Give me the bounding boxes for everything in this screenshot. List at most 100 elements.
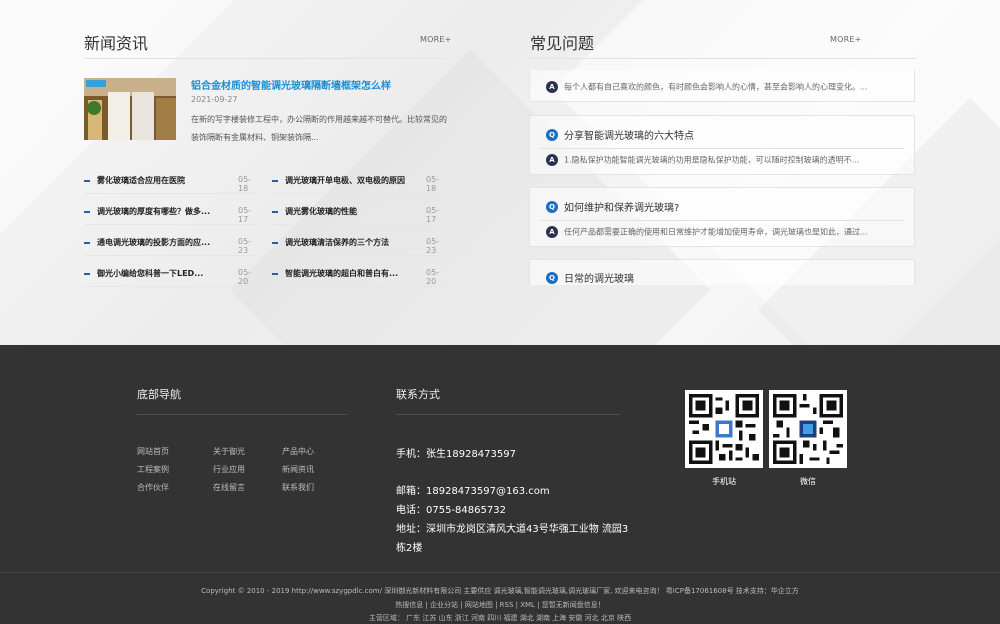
faq-item[interactable]: Q 日常的调光玻璃 <box>529 259 915 285</box>
dash-icon <box>84 211 90 213</box>
news-list-item[interactable]: 调光雾化玻璃的性能 05-17 <box>272 202 446 225</box>
faq-question-row[interactable]: Q 日常的调光玻璃 <box>546 270 634 285</box>
divider <box>272 193 446 194</box>
news-list-date: 05-17 <box>238 206 252 224</box>
faq-answer-row: A 每个人都有自己喜欢的颜色，有时颜色会影响人的心情，甚至会影响人的心理变化。..… <box>546 81 868 93</box>
wechat-qr-code <box>769 390 847 468</box>
dash-icon <box>84 180 90 182</box>
footer: 底部导航 网站首页 关于御光 产品中心 工程案例 行业应用 新闻资讯 合作伙伴 … <box>0 345 1000 624</box>
faq-question-row[interactable]: Q 如何维护和保养调光玻璃? <box>546 199 679 214</box>
news-list-date: 05-18 <box>426 175 440 193</box>
divider <box>272 224 446 225</box>
divider <box>540 220 904 221</box>
news-list-item[interactable]: 调光玻璃开单电极、双电极的原因 05-18 <box>272 171 446 194</box>
news-more-link[interactable]: MORE+ <box>420 35 452 44</box>
footer-nav-title: 底部导航 <box>137 388 181 401</box>
faq-question-row[interactable]: Q 分享智能调光玻璃的六大特点 <box>546 127 694 142</box>
divider <box>84 58 446 59</box>
news-list-title[interactable]: 御光小编给您科普一下LED... <box>97 268 203 279</box>
news-list-date: 05-23 <box>238 237 252 255</box>
question-badge-icon: Q <box>546 200 558 213</box>
divider <box>272 255 446 256</box>
question-badge-icon: Q <box>546 128 558 141</box>
divider <box>84 286 258 287</box>
contact-address-cont: 栋2楼 <box>396 543 423 554</box>
news-list-title[interactable]: 雾化玻璃适合应用在医院 <box>97 175 185 186</box>
footer-link-products[interactable]: 产品中心 <box>282 446 314 457</box>
footer-regions: 主营区域： 广东 江苏 山东 浙江 河南 四川 福建 湖北 湖南 上海 安徽 河… <box>368 614 632 622</box>
faq-item[interactable]: Q 如何维护和保养调光玻璃? A 任何产品都需要正确的使用和日常维护才能增加使用寿命… <box>529 187 915 247</box>
news-list-item[interactable]: 调光玻璃的厚度有哪些？做多... 05-17 <box>84 202 258 225</box>
dash-icon <box>272 242 278 244</box>
faq-answer-row: A 任何产品都需要正确的使用和日常维护才能增加使用寿命，调光玻璃也是如此，通过..… <box>546 226 868 238</box>
dash-icon <box>272 273 278 275</box>
news-list-date: 05-20 <box>426 268 440 286</box>
news-list-item[interactable]: 雾化玻璃适合应用在医院 05-18 <box>84 171 258 194</box>
featured-news-summary: 在新的写字楼装修工程中，办公隔断的作用越来越不可替代。比较常见的装饰隔断有金属材… <box>191 115 447 142</box>
footer-quick-links[interactable]: 热搜信息 | 企业分站 | 网站地图 | RSS | XML | 您暂无新闻盘信… <box>0 600 1000 610</box>
contact-mobile: 手机：张生18928473597 <box>396 449 516 460</box>
faq-question-text[interactable]: 如何维护和保养调光玻璃? <box>564 203 679 214</box>
qr-code-icon <box>689 394 759 464</box>
contact-address: 地址：深圳市龙岗区清风大道43号华强工业物 流园3 <box>396 524 629 535</box>
news-list-date: 05-23 <box>426 237 440 255</box>
divider <box>84 224 258 225</box>
faq-question-text[interactable]: 分享智能调光玻璃的六大特点 <box>564 131 694 142</box>
footer-link-home[interactable]: 网站首页 <box>137 446 169 457</box>
news-list-item[interactable]: 调光玻璃清洁保养的三个方法 05-23 <box>272 233 446 256</box>
copyright-text: Copyright © 2010 - 2019 http://www.szygp… <box>201 587 799 595</box>
contact-tel: 电话：0755-84865732 <box>396 505 506 516</box>
footer-link-message[interactable]: 在线留言 <box>213 482 245 493</box>
footer-link-cases[interactable]: 工程案例 <box>137 464 169 475</box>
news-list-item[interactable]: 御光小编给您科普一下LED... 05-20 <box>84 264 258 287</box>
thumbnail-image <box>84 78 176 140</box>
news-list-title[interactable]: 调光玻璃开单电极、双电极的原因 <box>285 175 405 186</box>
dash-icon <box>84 242 90 244</box>
featured-news-date: 2021-09-27 <box>191 95 238 104</box>
news-thumbnail[interactable] <box>84 78 176 140</box>
footer-link-contact[interactable]: 联系我们 <box>282 482 314 493</box>
footer-link-partners[interactable]: 合作伙伴 <box>137 482 169 493</box>
featured-news-headline[interactable]: 铝合金材质的智能调光玻璃隔断墙框架怎么样 <box>191 77 451 92</box>
news-list-item[interactable]: 通电调光玻璃的投影方面的应... 05-23 <box>84 233 258 256</box>
faq-answer-text: 任何产品都需要正确的使用和日常维护才能增加使用寿命，调光玻璃也是如此，通过... <box>564 227 868 237</box>
divider <box>540 148 904 149</box>
divider <box>84 255 258 256</box>
answer-badge-icon: A <box>546 81 558 93</box>
news-list-item[interactable]: 智能调光玻璃的超白和普白有... 05-20 <box>272 264 446 287</box>
content-section: 新闻资讯 MORE+ 铝合金材质的智能调光玻璃隔断墙框架怎么样 2021-09-… <box>0 0 1000 345</box>
divider <box>530 58 916 59</box>
answer-badge-icon: A <box>546 154 558 166</box>
footer-link-industry[interactable]: 行业应用 <box>213 464 245 475</box>
faq-question-text[interactable]: 日常的调光玻璃 <box>564 274 634 285</box>
divider <box>0 572 1000 573</box>
faq-item[interactable]: A 每个人都有自己喜欢的颜色，有时颜色会影响人的心情，甚至会影响人的心理变化。..… <box>529 70 915 102</box>
footer-link-about[interactable]: 关于御光 <box>213 446 245 457</box>
faq-answer-text: 1.隐私保护功能智能调光玻璃的功用是隐私保护功能，可以随时控制玻璃的透明不... <box>564 155 860 165</box>
qr-code-icon <box>773 394 843 464</box>
news-list-title[interactable]: 调光雾化玻璃的性能 <box>285 206 357 217</box>
footer-contact-title: 联系方式 <box>396 388 440 401</box>
news-list-date: 05-18 <box>238 175 252 193</box>
news-list-date: 05-17 <box>426 206 440 224</box>
news-list-title[interactable]: 调光玻璃的厚度有哪些？做多... <box>97 206 210 217</box>
qr-mobile-label: 手机站 <box>712 477 736 486</box>
news-list-title[interactable]: 智能调光玻璃的超白和普白有... <box>285 268 398 279</box>
divider <box>272 286 446 287</box>
dash-icon <box>84 273 90 275</box>
faq-more-link[interactable]: MORE+ <box>830 35 862 44</box>
divider <box>84 193 258 194</box>
faq-item[interactable]: Q 分享智能调光玻璃的六大特点 A 1.隐私保护功能智能调光玻璃的功用是隐私保护功能… <box>529 115 915 175</box>
qr-wechat-label: 微信 <box>800 477 816 486</box>
dash-icon <box>272 180 278 182</box>
dash-icon <box>272 211 278 213</box>
contact-email: 邮箱：18928473597@163.com <box>396 486 550 497</box>
mobile-qr-code <box>685 390 763 468</box>
news-list-date: 05-20 <box>238 268 252 286</box>
news-list-title[interactable]: 调光玻璃清洁保养的三个方法 <box>285 237 389 248</box>
footer-link-news[interactable]: 新闻资讯 <box>282 464 314 475</box>
faq-section-title: 常见问题 <box>530 34 595 53</box>
faq-answer-text: 每个人都有自己喜欢的颜色，有时颜色会影响人的心情，甚至会影响人的心理变化。... <box>564 82 868 92</box>
divider <box>396 414 620 415</box>
news-list-title[interactable]: 通电调光玻璃的投影方面的应... <box>97 237 210 248</box>
